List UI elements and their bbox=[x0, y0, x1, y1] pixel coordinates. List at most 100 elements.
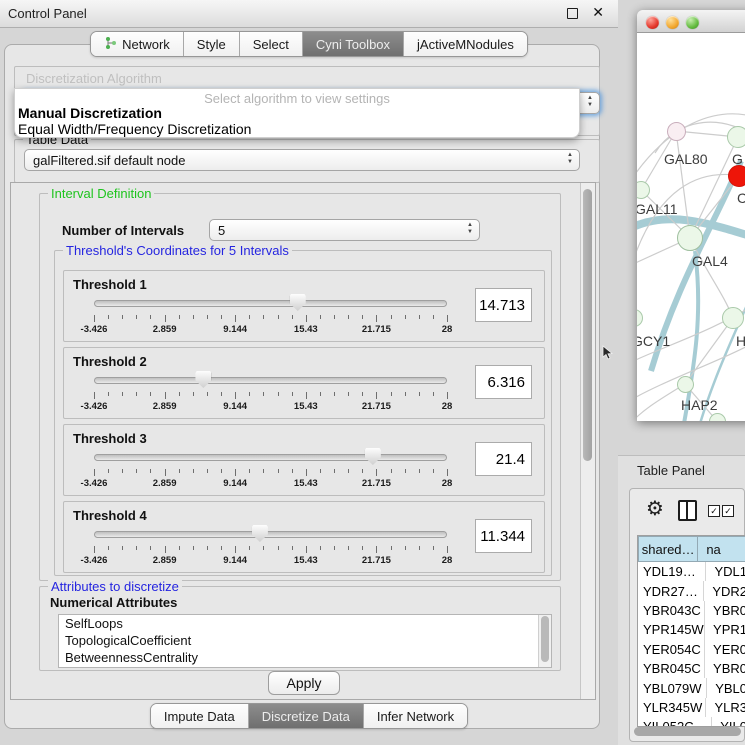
split-columns-icon[interactable] bbox=[678, 500, 697, 521]
attributes-list[interactable]: SelfLoopsTopologicalCoefficientBetweenne… bbox=[58, 614, 552, 668]
threshold-value-field[interactable]: 14.713 bbox=[475, 288, 532, 322]
dropdown-option-equal-width-frequency-discretization[interactable]: Equal Width/Frequency Discretization bbox=[18, 121, 251, 137]
zoom-traffic-light-icon[interactable] bbox=[686, 16, 699, 29]
column-header-1[interactable]: shared… bbox=[638, 536, 698, 562]
tick-label: 9.144 bbox=[223, 478, 247, 489]
tick-label: 9.144 bbox=[223, 401, 247, 412]
tick-label: -3.426 bbox=[81, 401, 108, 412]
table-row[interactable]: YBL079WYBL0 bbox=[638, 678, 745, 697]
slider-handle[interactable] bbox=[365, 448, 381, 465]
stepper-arrows-icon: ▲▼ bbox=[467, 222, 473, 236]
threshold-value-field[interactable]: 21.4 bbox=[475, 442, 532, 476]
close-traffic-light-icon[interactable] bbox=[646, 16, 659, 29]
tick-label: 15.43 bbox=[294, 555, 318, 566]
network-view-window: GAL80GCGAL11GAL4GCY1HHAP2 bbox=[637, 10, 745, 421]
table-horizontal-scrollbar[interactable] bbox=[634, 727, 741, 736]
slider-handle[interactable] bbox=[290, 294, 306, 311]
numerical-attributes-label: Numerical Attributes bbox=[50, 595, 177, 610]
control-panel: Control Panel ✕ Network Style Select Cyni T… bbox=[0, 0, 618, 745]
checkbox-icon[interactable]: ✓ bbox=[722, 505, 734, 517]
tick-label: 15.43 bbox=[294, 478, 318, 489]
table-data-combobox[interactable]: galFiltered.sif default node ▲▼ bbox=[24, 149, 580, 171]
tab-infer-network[interactable]: Infer Network bbox=[364, 704, 467, 728]
threshold-value-field[interactable]: 6.316 bbox=[475, 365, 532, 399]
network-node-h[interactable] bbox=[722, 307, 744, 329]
table-row[interactable]: YLR345WYLR3 bbox=[638, 698, 745, 717]
close-icon[interactable]: ✕ bbox=[592, 4, 604, 21]
network-node-gal4[interactable] bbox=[677, 225, 703, 251]
tick-label: 2.859 bbox=[153, 555, 177, 566]
cell-shared-name: YPR145W bbox=[638, 620, 705, 639]
table-row[interactable]: YDL19…YDL1 bbox=[638, 562, 745, 581]
settings-scroll-pane: Interval Definition Number of Intervals … bbox=[10, 182, 596, 700]
apply-button[interactable]: Apply bbox=[268, 671, 340, 695]
table-row[interactable]: YDR27…YDR2 bbox=[638, 581, 745, 600]
cell-name: YBR0 bbox=[705, 603, 745, 618]
settings-vertical-scrollbar[interactable] bbox=[580, 183, 595, 699]
control-panel-titlebar: Control Panel ✕ bbox=[0, 0, 618, 28]
network-node-g[interactable] bbox=[727, 126, 745, 148]
tab-label: Select bbox=[253, 37, 289, 52]
gear-icon[interactable]: ⚙ bbox=[646, 496, 664, 521]
tab-network[interactable]: Network bbox=[91, 32, 184, 56]
network-node-hap2[interactable] bbox=[677, 376, 694, 393]
attributes-list-scrollbar[interactable] bbox=[538, 615, 551, 667]
threshold-box-4: Threshold 4-3.4262.8599.14415.4321.71528… bbox=[63, 501, 545, 573]
stepper-arrows-icon: ▲▼ bbox=[587, 95, 593, 109]
slider-handle[interactable] bbox=[195, 371, 211, 388]
tick-label: 28 bbox=[442, 324, 453, 335]
num-intervals-value: 5 bbox=[218, 223, 225, 238]
slider-track-area[interactable]: -3.4262.8599.14415.4321.71528 bbox=[94, 348, 447, 418]
checkbox-icon[interactable]: ✓ bbox=[708, 505, 720, 517]
tab-label: Discretize Data bbox=[262, 709, 350, 724]
dropdown-option-manual-discretization[interactable]: Manual Discretization bbox=[18, 105, 162, 121]
tick-label: 28 bbox=[442, 478, 453, 489]
attributes-group: Attributes to discretize Numerical Attri… bbox=[39, 586, 561, 671]
node-label: HAP2 bbox=[681, 397, 718, 413]
mouse-cursor bbox=[602, 345, 613, 360]
tick-label: 2.859 bbox=[153, 324, 177, 335]
tick-label: 21.715 bbox=[362, 555, 391, 566]
slider-track-area[interactable]: -3.4262.8599.14415.4321.71528 bbox=[94, 502, 447, 572]
table-row[interactable]: YIL052CYIL0 bbox=[638, 717, 745, 727]
threshold-value-field[interactable]: 11.344 bbox=[475, 519, 532, 553]
table-row[interactable]: YBR043CYBR0 bbox=[638, 601, 745, 620]
column-header-2[interactable]: na bbox=[698, 536, 745, 562]
tab-strip: Network Style Select Cyni ToolboxjActiveMNo… bbox=[90, 31, 528, 57]
network-canvas[interactable]: GAL80GCGAL11GAL4GCY1HHAP2 bbox=[637, 33, 745, 421]
node-attribute-table[interactable]: shared…na YDL19…YDL1YDR27…YDR2YBR043CYBR… bbox=[637, 535, 745, 727]
minimize-traffic-light-icon[interactable] bbox=[666, 16, 679, 29]
top-tab-bar: Network Style Select Cyni ToolboxjActiveMNo… bbox=[0, 31, 618, 57]
table-row[interactable]: YBR045CYBR0 bbox=[638, 659, 745, 678]
tab-cyni-toolbox[interactable]: Cyni Toolbox bbox=[303, 32, 404, 56]
dropdown-prompt: Select algorithm to view settings bbox=[15, 91, 579, 106]
float-window-icon[interactable] bbox=[567, 8, 578, 19]
num-intervals-combobox[interactable]: 5 ▲▼ bbox=[209, 219, 480, 241]
tab-jactivemnodules[interactable]: jActiveMNodules bbox=[404, 32, 527, 56]
panel-title: Control Panel bbox=[8, 6, 87, 21]
tab-style[interactable]: Style bbox=[184, 32, 240, 56]
network-node-gal80[interactable] bbox=[667, 122, 686, 141]
network-node-c[interactable] bbox=[728, 165, 745, 187]
group-title: Discretization Algorithm bbox=[23, 71, 165, 86]
network-window-titlebar bbox=[637, 10, 745, 33]
tab-discretize-data[interactable]: Discretize Data bbox=[249, 704, 364, 728]
scrollbar-thumb[interactable] bbox=[583, 189, 592, 461]
slider-track-area[interactable]: -3.4262.8599.14415.4321.71528 bbox=[94, 425, 447, 495]
attribute-item-selfloops[interactable]: SelfLoops bbox=[59, 615, 551, 632]
tab-label: Style bbox=[197, 37, 226, 52]
slider-track-area[interactable]: -3.4262.8599.14415.4321.71528 bbox=[94, 271, 447, 341]
slider-handle[interactable] bbox=[252, 525, 268, 542]
tab-impute-data[interactable]: Impute Data bbox=[151, 704, 249, 728]
attribute-item-betweennesscentrality[interactable]: BetweennessCentrality bbox=[59, 649, 551, 666]
node-label: GAL4 bbox=[692, 253, 728, 269]
cell-shared-name: YBL079W bbox=[638, 678, 707, 697]
group-title: Attributes to discretize bbox=[48, 579, 182, 594]
table-row[interactable]: YER054CYER0 bbox=[638, 640, 745, 659]
attribute-item-topologicalcoefficient[interactable]: TopologicalCoefficient bbox=[59, 632, 551, 649]
tab-select[interactable]: Select bbox=[240, 32, 303, 56]
bottom-tab-bar: Impute Data Discretize Data Infer Network bbox=[0, 703, 618, 729]
tick-label: 2.859 bbox=[153, 478, 177, 489]
table-header-row: shared…na bbox=[638, 536, 745, 562]
table-row[interactable]: YPR145WYPR1 bbox=[638, 620, 745, 639]
